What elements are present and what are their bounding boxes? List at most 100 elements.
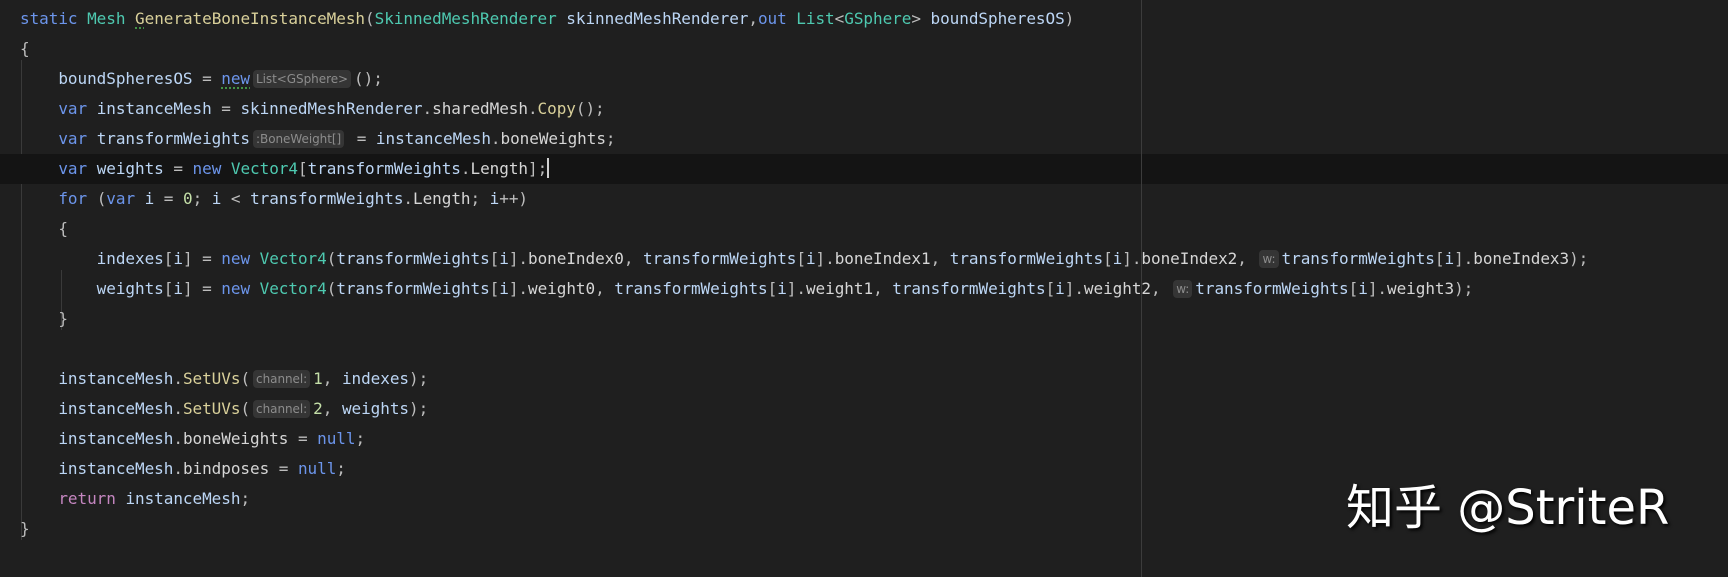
code-token: boundSpheresOS — [930, 9, 1065, 28]
code-token: transformWeights — [250, 189, 404, 208]
code-token: i — [1112, 249, 1123, 268]
code-line[interactable]: instanceMesh.SetUVs(channel: 2, weights); — [0, 394, 1728, 424]
code-token: i — [144, 189, 164, 208]
right-margin-guide — [1141, 0, 1142, 577]
code-text: var instanceMesh = skinnedMeshRenderer.s… — [20, 94, 604, 124]
code-line[interactable]: { — [0, 34, 1728, 64]
code-token: { — [20, 219, 68, 238]
inlay-hint: w: — [1173, 280, 1193, 298]
code-token: var — [58, 99, 97, 118]
code-token: instanceMesh — [375, 129, 491, 148]
code-token: new — [221, 279, 260, 298]
code-text: static Mesh GenerateBoneInstanceMesh(Ski… — [20, 4, 1074, 34]
code-token: Vector4 — [230, 159, 298, 178]
code-line[interactable]: { — [0, 214, 1728, 244]
code-token: indexes — [341, 369, 410, 388]
code-line[interactable]: var instanceMesh = skinnedMeshRenderer.s… — [0, 94, 1728, 124]
code-token: instanceMesh — [58, 459, 174, 478]
code-token: ( — [326, 279, 337, 298]
code-token: i — [805, 249, 816, 268]
code-token: , — [322, 399, 342, 418]
code-token: = — [297, 429, 318, 448]
code-text: var weights = new Vector4[transformWeigh… — [20, 154, 550, 184]
code-line[interactable]: var transformWeights:BoneWeight[] = inst… — [0, 124, 1728, 154]
code-token: indexes — [96, 249, 164, 268]
code-token: 0 — [182, 189, 193, 208]
code-token: instanceMesh — [96, 99, 222, 118]
code-token: i — [1055, 279, 1065, 298]
code-token: ]. — [1122, 249, 1142, 268]
code-token: return — [58, 489, 126, 508]
code-token: , — [595, 279, 615, 298]
code-token: weights — [341, 399, 410, 418]
code-line[interactable]: } — [0, 304, 1728, 334]
code-token: transformWeights — [307, 159, 461, 178]
code-token: Copy — [537, 99, 576, 118]
code-token: . — [422, 99, 433, 118]
code-token: i — [1444, 249, 1455, 268]
code-text: } — [20, 514, 30, 544]
code-token: boneIndex2 — [1141, 249, 1238, 268]
code-token: i — [211, 189, 231, 208]
code-line[interactable]: boundSpheresOS = new List<GSphere> (); — [0, 64, 1728, 94]
code-token: boneIndex1 — [834, 249, 931, 268]
code-line[interactable]: static Mesh GenerateBoneInstanceMesh(Ski… — [0, 4, 1728, 34]
code-line[interactable]: indexes[i] = new Vector4(transformWeight… — [0, 244, 1728, 274]
code-token: Vector4 — [259, 249, 327, 268]
watermark: 知乎 @StriteR — [1346, 480, 1670, 536]
code-token: [ — [297, 159, 308, 178]
code-token: boneWeights — [500, 129, 606, 148]
code-token: ( — [96, 189, 107, 208]
code-text: indexes[i] = new Vector4(transformWeight… — [20, 244, 1588, 274]
code-line[interactable]: weights[i] = new Vector4(transformWeight… — [0, 274, 1728, 304]
code-token: . — [173, 429, 183, 448]
code-line[interactable] — [0, 334, 1728, 364]
code-line-current[interactable]: var weights = new Vector4[transformWeigh… — [0, 154, 1728, 184]
code-line[interactable]: instanceMesh.boneWeights = null; — [0, 424, 1728, 454]
code-token: [ — [1045, 279, 1056, 298]
code-token: [ — [489, 279, 500, 298]
code-token: , — [322, 369, 342, 388]
code-text: { — [20, 214, 68, 244]
code-token: i — [1358, 279, 1368, 298]
code-text: instanceMesh.SetUVs(channel: 1, indexes); — [20, 364, 428, 394]
code-token: Vector4 — [259, 279, 327, 298]
code-token: ; — [336, 459, 346, 478]
code-line[interactable]: for (var i = 0; i < transformWeights.Len… — [0, 184, 1728, 214]
code-token: transformWeights — [336, 249, 490, 268]
code-token: new — [221, 249, 260, 268]
text-caret — [547, 158, 550, 178]
code-token: ; — [605, 129, 616, 148]
code-token: boneWeights — [182, 429, 298, 448]
code-token: ( — [240, 369, 251, 388]
code-token: . — [173, 369, 183, 388]
code-token: = — [347, 129, 376, 148]
code-token: List — [796, 9, 835, 28]
code-token: i — [777, 279, 787, 298]
code-token: i — [173, 279, 183, 298]
code-text: instanceMesh.boneWeights = null; — [20, 424, 365, 454]
code-token: . — [527, 99, 538, 118]
code-token: < — [230, 189, 251, 208]
code-token: ; — [192, 189, 212, 208]
code-token: < — [834, 9, 845, 28]
code-token: transformWeights — [643, 249, 797, 268]
code-token: null — [297, 459, 337, 478]
code-token: instanceMesh — [58, 399, 174, 418]
code-token: SetUVs — [182, 399, 241, 418]
code-token: transformWeights — [1281, 249, 1435, 268]
inlay-hint: List<GSphere> — [253, 70, 352, 88]
code-line[interactable]: instanceMesh.SetUVs(channel: 1, indexes); — [0, 364, 1728, 394]
code-token: weight3 — [1386, 279, 1455, 298]
code-token: var — [58, 159, 97, 178]
